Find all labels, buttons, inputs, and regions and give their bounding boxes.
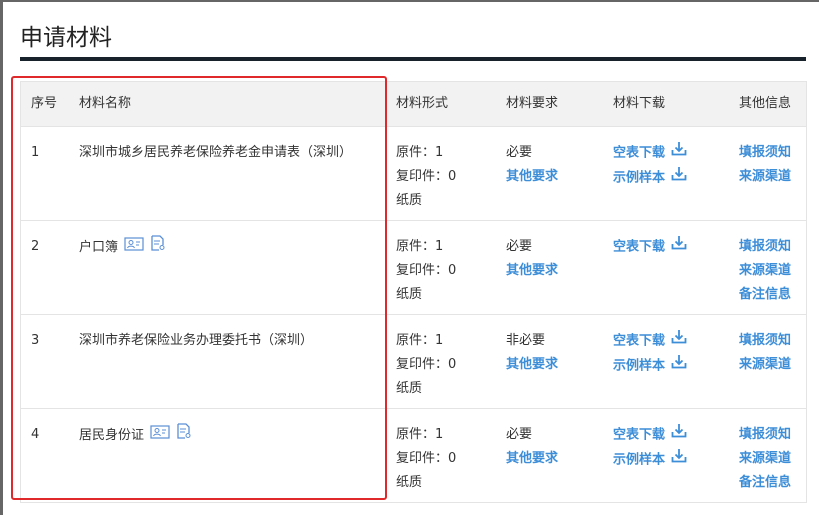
material-requirement: 非必要 其他要求 <box>506 329 558 377</box>
material-download: 空表下载 示例样本 <box>613 423 687 472</box>
download-icon <box>671 235 687 259</box>
material-form: 原件：1 复印件：0 纸质 <box>396 141 456 213</box>
material-form: 原件：1 复印件：0 纸质 <box>396 423 456 495</box>
download-link[interactable]: 示例样本 <box>613 166 687 191</box>
materials-table: 序号 材料名称 材料形式 材料要求 材料下载 其他信息 1 深圳市城乡居民养老保… <box>20 81 807 503</box>
other-info-link[interactable]: 来源渠道 <box>739 447 791 471</box>
download-label: 示例样本 <box>613 452 666 467</box>
material-download: 空表下载 示例样本 <box>613 329 687 378</box>
download-icon <box>671 329 687 353</box>
other-info: 填报须知 来源渠道 备注信息 <box>739 235 791 307</box>
row-number: 1 <box>31 145 40 160</box>
download-link[interactable]: 示例样本 <box>613 448 687 473</box>
row-number: 4 <box>31 427 40 442</box>
download-label: 空表下载 <box>613 333 666 349</box>
table-row: 3 深圳市养老保险业务办理委托书（深圳） 原件：1 复印件：0 纸质 非必要其他要求… <box>21 314 806 408</box>
other-info: 填报须知 来源渠道 备注信息 <box>739 423 791 495</box>
table-row: 1 深圳市城乡居民养老保险养老金申请表（深圳） 原件：1 复印件：0 纸质 必要其他… <box>21 126 806 220</box>
requirement-text: 必要 <box>506 145 533 160</box>
other-info-link[interactable]: 填报须知 <box>739 141 791 165</box>
document-search-icon[interactable] <box>150 235 166 260</box>
other-info-link[interactable]: 来源渠道 <box>739 259 791 283</box>
other-requirements-link[interactable]: 其他要求 <box>506 165 558 189</box>
table-row: 4 居民身份证 原件：1 复印件：0 纸质 必要其他要求 空表下载示例样本 填报须知… <box>21 408 806 502</box>
material-name: 深圳市养老保险业务办理委托书（深圳） <box>79 329 313 353</box>
header-download: 材料下载 <box>613 96 666 111</box>
download-label: 空表下载 <box>613 145 666 161</box>
section-title: 申请材料 <box>20 25 112 51</box>
form-line: 复印件：0 <box>396 263 457 278</box>
form-line: 原件：1 <box>396 239 444 254</box>
id-card-icon[interactable] <box>124 236 144 260</box>
other-info-link[interactable]: 填报须知 <box>739 235 791 259</box>
row-number: 2 <box>31 239 40 254</box>
download-label: 示例样本 <box>613 358 666 373</box>
download-icon <box>671 354 687 378</box>
download-icon <box>671 448 687 472</box>
other-info-link[interactable]: 填报须知 <box>739 423 791 447</box>
document-search-icon[interactable] <box>176 423 192 448</box>
material-requirement: 必要 其他要求 <box>506 423 558 471</box>
material-name: 居民身份证 <box>79 423 192 448</box>
material-requirement: 必要 其他要求 <box>506 235 558 283</box>
other-info-link[interactable]: 来源渠道 <box>739 165 791 189</box>
other-info-link[interactable]: 来源渠道 <box>739 353 791 377</box>
form-line: 原件：1 <box>396 333 444 348</box>
other-requirements-link[interactable]: 其他要求 <box>506 259 558 283</box>
material-name: 户口簿 <box>79 235 166 260</box>
material-name: 深圳市城乡居民养老保险养老金申请表（深圳） <box>79 141 352 165</box>
download-link[interactable]: 空表下载 <box>613 423 687 448</box>
material-name-text: 户口簿 <box>79 240 119 255</box>
header-other: 其他信息 <box>739 96 792 111</box>
form-line: 纸质 <box>396 287 423 302</box>
form-line: 复印件：0 <box>396 451 457 466</box>
table-row: 2 户口簿 原件：1 复印件：0 纸质 必要其他要求 空表下载 填报须知 来源渠道 备注… <box>21 220 806 314</box>
form-line: 纸质 <box>396 193 423 208</box>
download-label: 空表下载 <box>613 239 666 255</box>
download-icon <box>671 423 687 447</box>
other-requirements-link[interactable]: 其他要求 <box>506 353 558 377</box>
download-link[interactable]: 示例样本 <box>613 354 687 379</box>
other-info: 填报须知 来源渠道 <box>739 329 791 377</box>
header-requirement: 材料要求 <box>506 96 559 111</box>
material-download: 空表下载 <box>613 235 687 260</box>
download-icon <box>671 141 687 165</box>
form-line: 复印件：0 <box>396 357 457 372</box>
requirement-text: 必要 <box>506 427 533 442</box>
form-line: 原件：1 <box>396 145 444 160</box>
form-line: 原件：1 <box>396 427 444 442</box>
material-download: 空表下载 示例样本 <box>613 141 687 190</box>
other-info: 填报须知 来源渠道 <box>739 141 791 189</box>
material-form: 原件：1 复印件：0 纸质 <box>396 235 456 307</box>
requirement-text: 非必要 <box>506 333 546 348</box>
download-link[interactable]: 空表下载 <box>613 329 687 354</box>
other-requirements-link[interactable]: 其他要求 <box>506 447 558 471</box>
material-form: 原件：1 复印件：0 纸质 <box>396 329 456 401</box>
material-name-text: 深圳市养老保险业务办理委托书（深圳） <box>79 333 314 348</box>
download-link[interactable]: 空表下载 <box>613 235 687 260</box>
material-name-text: 居民身份证 <box>79 428 145 443</box>
requirement-text: 必要 <box>506 239 533 254</box>
form-line: 复印件：0 <box>396 169 457 184</box>
material-name-text: 深圳市城乡居民养老保险养老金申请表（深圳） <box>79 145 353 160</box>
form-line: 纸质 <box>396 475 423 490</box>
material-requirement: 必要 其他要求 <box>506 141 558 189</box>
download-label: 空表下载 <box>613 427 666 443</box>
form-line: 纸质 <box>396 381 423 396</box>
download-label: 示例样本 <box>613 170 666 185</box>
title-underline <box>20 57 806 61</box>
other-info-link[interactable]: 备注信息 <box>739 283 791 307</box>
other-info-link[interactable]: 备注信息 <box>739 471 791 495</box>
download-icon <box>671 166 687 190</box>
table-header: 序号 材料名称 材料形式 材料要求 材料下载 其他信息 <box>21 82 806 126</box>
header-form: 材料形式 <box>396 96 449 111</box>
download-link[interactable]: 空表下载 <box>613 141 687 166</box>
other-info-link[interactable]: 填报须知 <box>739 329 791 353</box>
header-name: 材料名称 <box>79 96 132 111</box>
row-number: 3 <box>31 333 40 348</box>
id-card-icon[interactable] <box>150 424 170 448</box>
header-no: 序号 <box>31 96 58 111</box>
